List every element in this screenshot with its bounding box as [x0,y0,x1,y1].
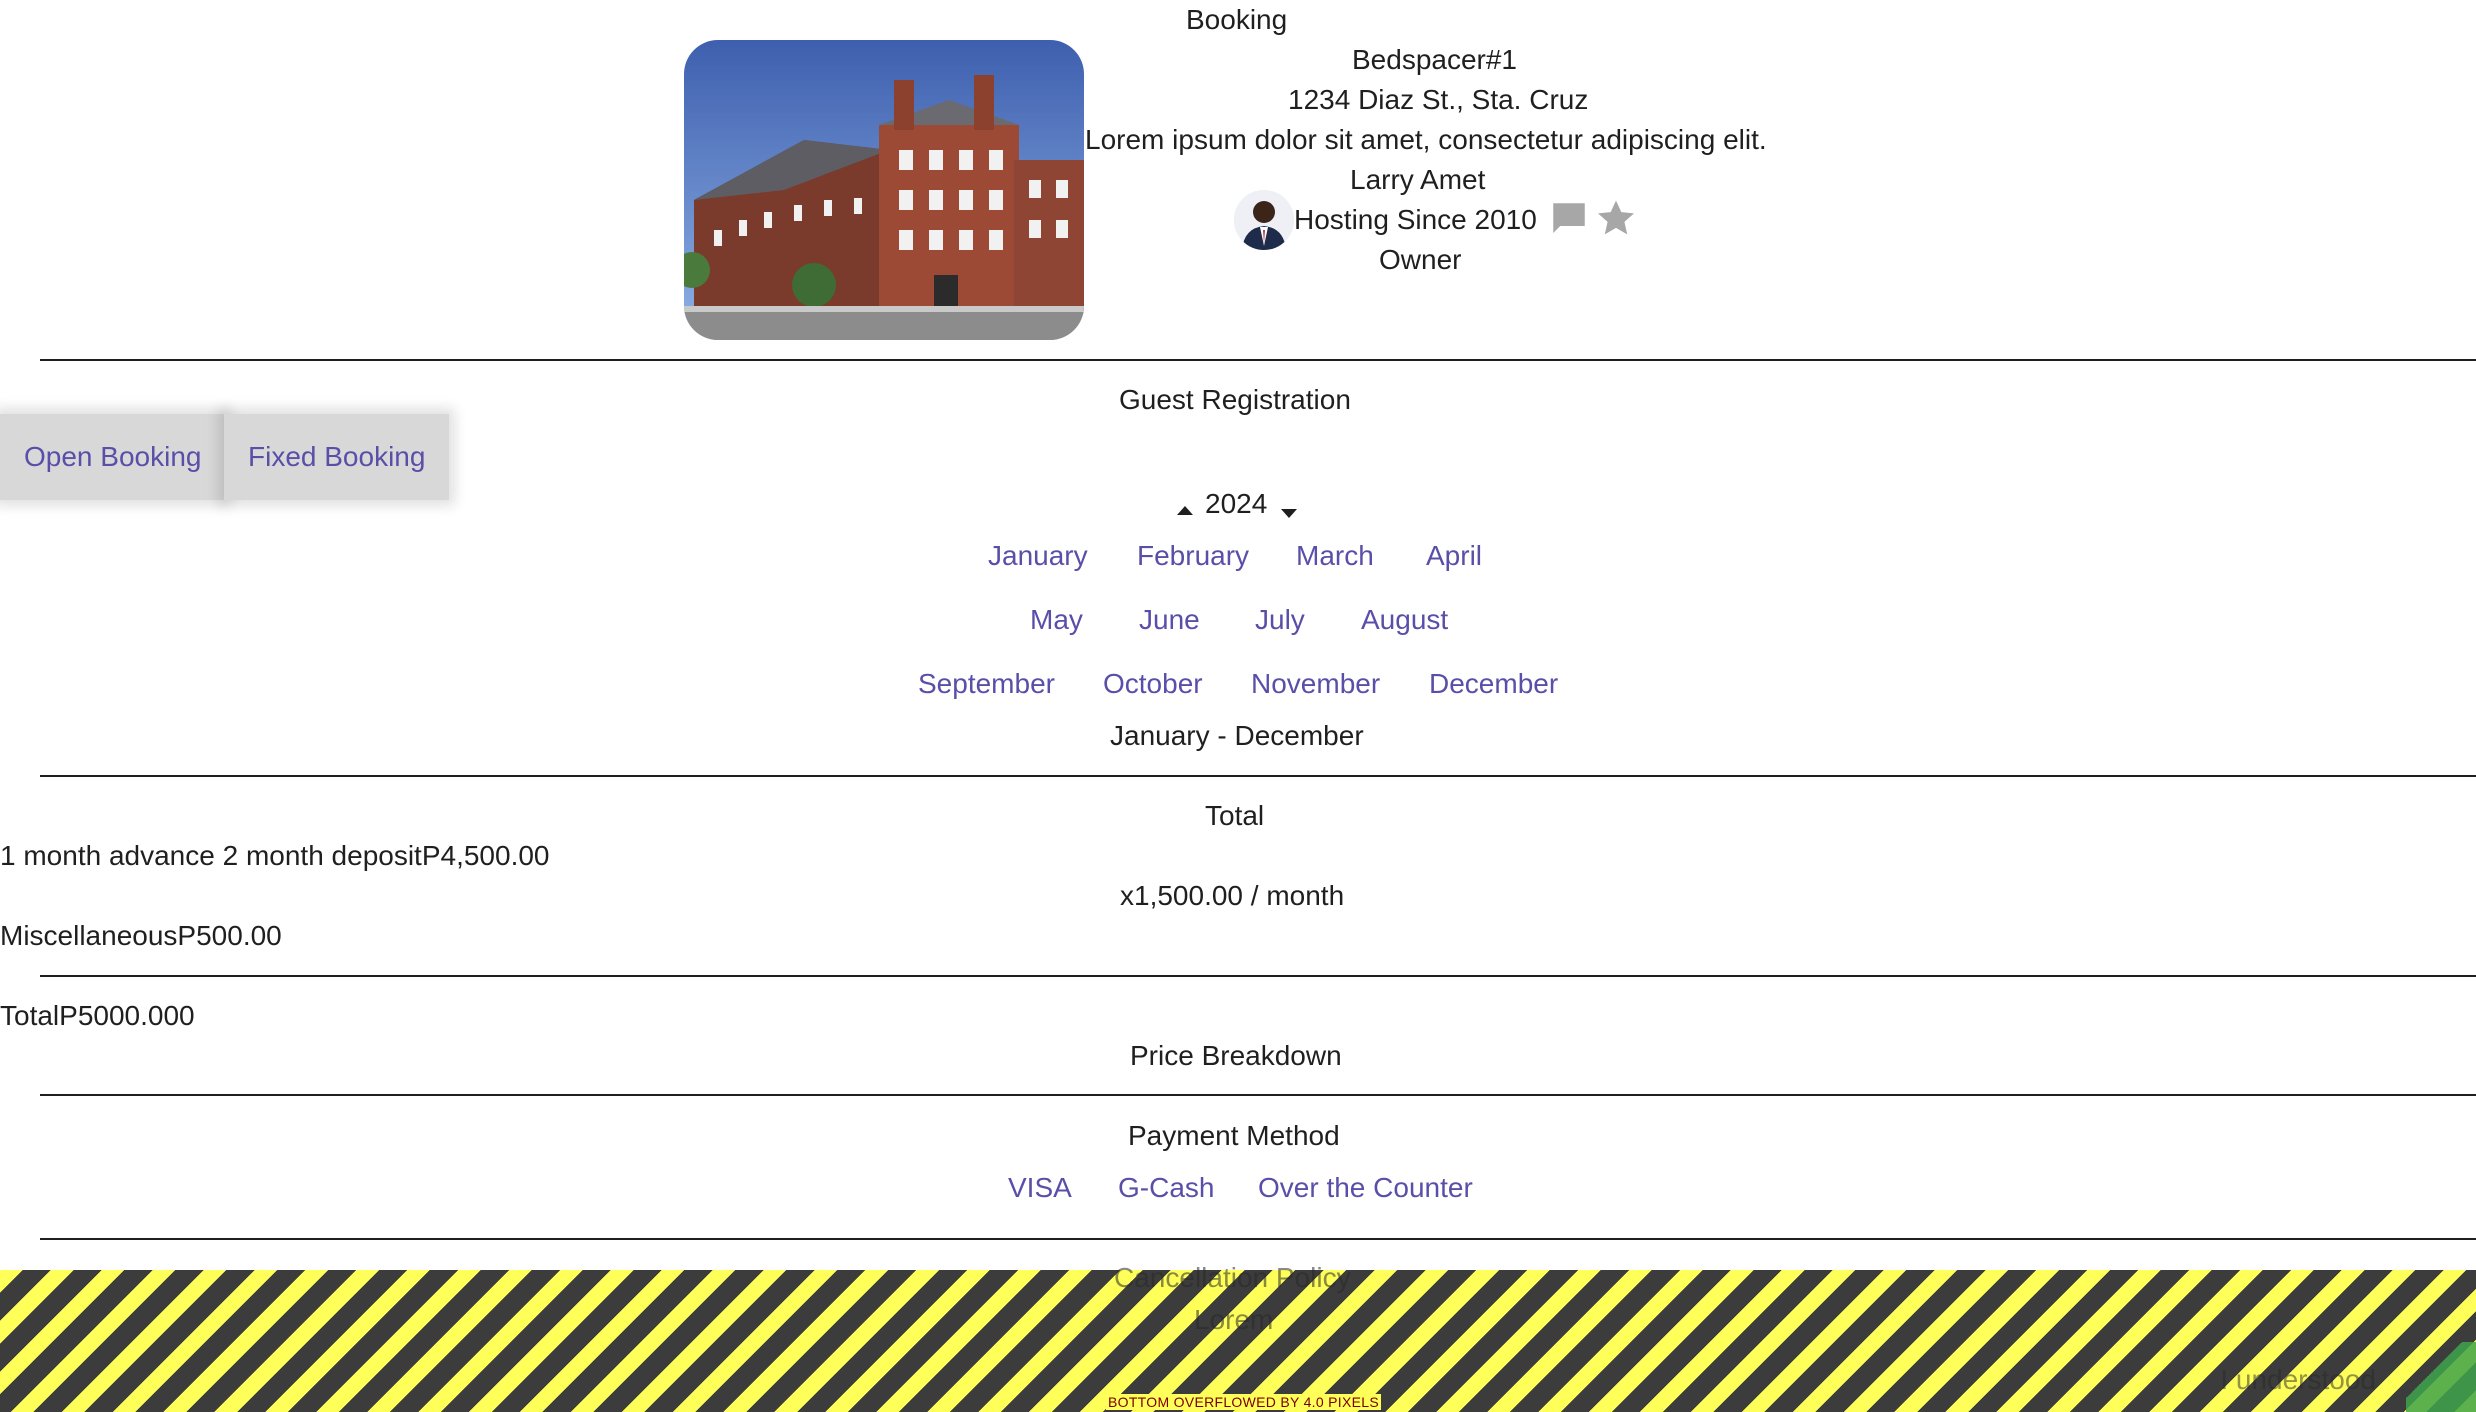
listing-photo [684,40,1084,340]
listing-name: Bedspacer#1 [1352,44,1518,75]
year-down-icon[interactable] [1278,496,1300,528]
section-title-payment-method: Payment Method [1128,1120,1340,1151]
listing-description: Lorem ipsum dolor sit amet, consectetur … [1085,124,1767,155]
year-value: 2024 [1205,488,1268,519]
divider [40,1238,2476,1240]
divider [40,1094,2476,1096]
chat-icon[interactable] [1548,198,1590,247]
payment-visa-button[interactable]: VISA [1008,1172,1072,1204]
fixed-booking-label: Fixed Booking [248,441,426,472]
miscellaneous-line: MiscellaneousP500.00 [0,920,282,951]
listing-address: 1234 Diaz St., Sta. Cruz [1288,84,1589,115]
section-title-total: Total [1205,800,1265,831]
understood-button[interactable]: I understood [2220,1364,2376,1396]
month-button-april[interactable]: April [1426,540,1482,572]
fixed-booking-button[interactable]: Fixed Booking [224,414,450,500]
month-button-august[interactable]: August [1361,604,1448,636]
price-breakdown-label: Price Breakdown [1130,1040,1342,1071]
host-name: Larry Amet [1350,164,1486,195]
building-illustration [684,40,1084,340]
hosting-since: Hosting Since 2010 [1294,204,1537,235]
section-title-guest-registration: Guest Registration [1119,384,1351,415]
open-booking-label: Open Booking [24,441,202,472]
star-icon[interactable] [1594,196,1638,247]
month-button-september[interactable]: September [918,668,1055,700]
month-button-december[interactable]: December [1429,668,1558,700]
month-button-october[interactable]: October [1103,668,1203,700]
month-button-july[interactable]: July [1255,604,1305,636]
selected-range: January - December [1110,720,1364,751]
monthly-rate: x1,500.00 / month [1120,880,1345,911]
cancellation-policy-title: Cancellation Policy [1114,1262,1351,1293]
divider [40,359,2476,361]
month-button-february[interactable]: February [1137,540,1249,572]
divider [40,975,2476,977]
month-button-june[interactable]: June [1139,604,1200,636]
month-button-may[interactable]: May [1030,604,1083,636]
year-up-icon[interactable] [1174,494,1196,526]
cancellation-policy-text: Lorem [1194,1304,1274,1335]
page-title: Booking [1186,4,1288,35]
payment-over-the-counter-button[interactable]: Over the Counter [1258,1172,1473,1204]
total-line: TotalP5000.000 [0,1000,195,1031]
month-button-november[interactable]: November [1251,668,1380,700]
host-role: Owner [1379,244,1462,275]
month-button-march[interactable]: March [1296,540,1374,572]
month-button-january[interactable]: January [988,540,1088,572]
open-booking-button[interactable]: Open Booking [0,414,226,500]
payment-gcash-button[interactable]: G-Cash [1118,1172,1214,1204]
advance-deposit-line: 1 month advance 2 month depositP4,500.00 [0,840,550,871]
host-avatar [1234,190,1294,250]
divider [40,775,2476,777]
overflow-warning-label: BOTTOM OVERFLOWED BY 4.0 PIXELS [1106,1394,1381,1410]
corner-flare [2406,1342,2476,1412]
